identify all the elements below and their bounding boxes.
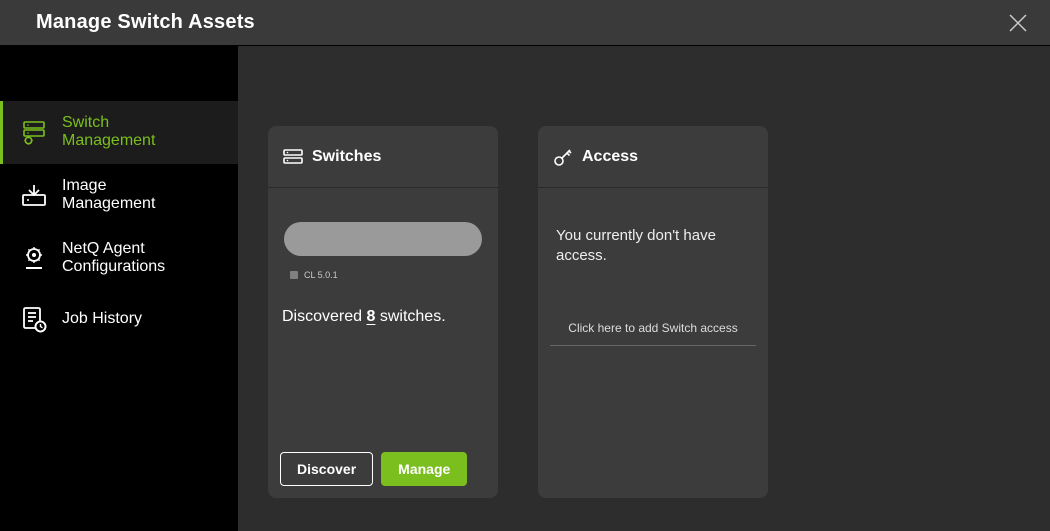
- discover-button[interactable]: Discover: [280, 452, 373, 486]
- key-icon: [552, 146, 574, 168]
- switch-management-icon: [20, 118, 48, 146]
- sidebar-item-label: NetQ Agent Configurations: [62, 240, 165, 277]
- page-title: Manage Switch Assets: [36, 11, 1006, 34]
- add-switch-access-link[interactable]: Click here to add Switch access: [550, 321, 756, 346]
- sidebar-item-netq-agent-config[interactable]: NetQ Agent Configurations: [0, 227, 238, 290]
- sidebar-item-label: Image Management: [62, 177, 155, 214]
- switches-card-title: Switches: [312, 148, 381, 166]
- sidebar-item-label: Job History: [62, 310, 142, 328]
- sidebar-item-label: Switch Management: [62, 114, 155, 151]
- job-history-icon: [20, 305, 48, 333]
- sidebar-item-job-history[interactable]: Job History: [0, 289, 238, 349]
- version-legend-item: CL 5.0.1: [290, 270, 482, 280]
- sidebar-item-switch-management[interactable]: Switch Management: [0, 101, 238, 164]
- version-swatch-icon: [290, 271, 298, 279]
- titlebar: Manage Switch Assets: [0, 0, 1050, 46]
- close-button[interactable]: [1006, 11, 1030, 35]
- access-card: Access You currently don't have access. …: [538, 126, 768, 498]
- access-card-title: Access: [582, 148, 638, 166]
- manage-button[interactable]: Manage: [381, 452, 467, 486]
- sidebar-item-image-management[interactable]: Image Management: [0, 164, 238, 227]
- close-icon: [1007, 12, 1029, 34]
- main-content: Switches CL 5.0.1 Discovered 8 switches.…: [238, 46, 1050, 531]
- switches-card: Switches CL 5.0.1 Discovered 8 switches.…: [268, 126, 498, 498]
- access-message: You currently don't have access.: [552, 226, 754, 267]
- access-card-header: Access: [538, 126, 768, 188]
- version-label: CL 5.0.1: [304, 270, 338, 280]
- netq-agent-icon: [20, 244, 48, 272]
- sidebar: Switch Management Image Management: [0, 46, 238, 531]
- image-management-icon: [20, 181, 48, 209]
- switches-card-header: Switches: [268, 126, 498, 188]
- discovered-summary: Discovered 8 switches.: [282, 308, 484, 326]
- switches-distribution-bar: [284, 222, 482, 256]
- switches-icon: [282, 146, 304, 168]
